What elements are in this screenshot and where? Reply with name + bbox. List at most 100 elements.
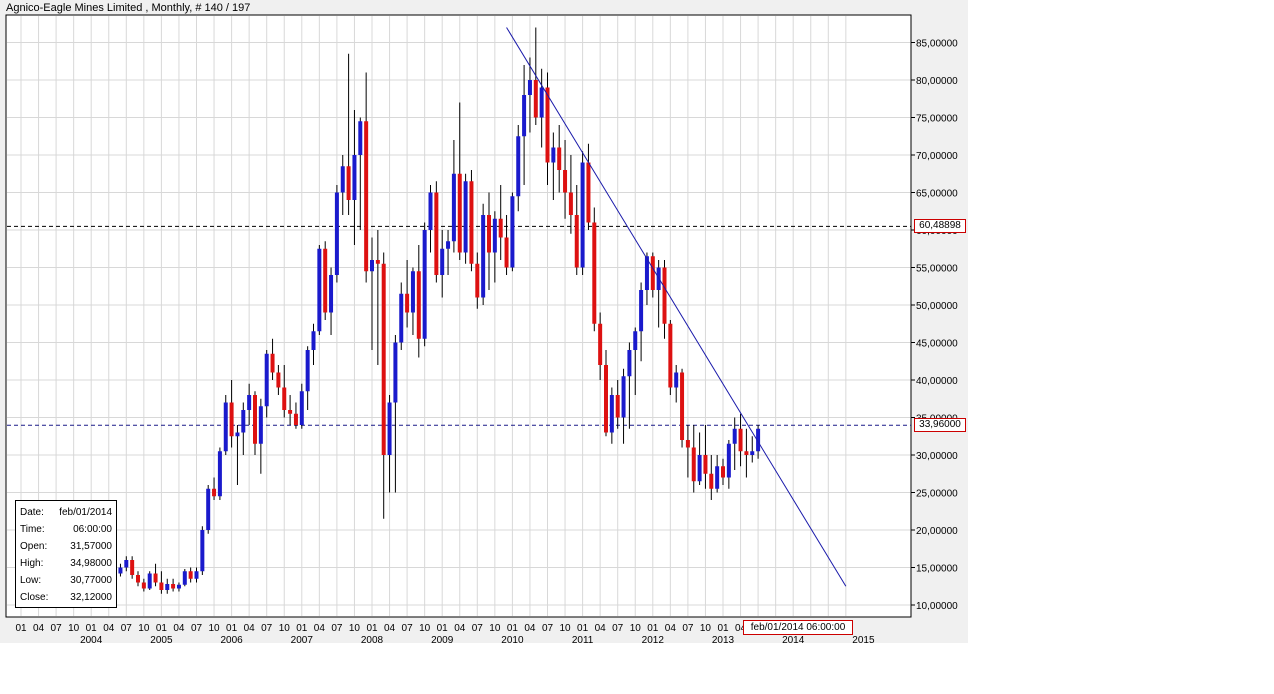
candle-body [738,428,743,452]
candle-body [551,147,556,163]
candle-body [188,571,193,579]
info-row-open: Open: 31,57000 [20,539,112,555]
x-month-label: 01 [15,623,27,634]
candle-body [510,196,515,268]
candle-body [182,571,187,585]
x-month-label: 07 [51,623,63,634]
y-tick-label: 70,00000 [916,151,958,162]
candle-body [293,413,298,425]
info-close-value: 32,12000 [70,592,112,603]
y-axis: 10,00000 15,00000 20,00000 25,00000 30,00000… [911,39,958,612]
candle-body [545,87,550,163]
x-year-label: 2009 [431,635,454,643]
info-low-value: 30,77000 [70,575,112,586]
candle-body [668,323,673,388]
x-year-label: 2008 [361,635,384,643]
x-month-label: 01 [647,623,659,634]
candle-body [253,395,257,444]
x-month-label: 04 [244,623,256,634]
x-month-label: 04 [314,623,326,634]
y-tick-label: 30,00000 [916,451,958,462]
candle-body [709,473,714,489]
candle-body [422,230,427,339]
candle-body [258,406,263,444]
candle-body [399,293,404,343]
y-tick-label: 45,00000 [916,339,958,350]
x-month-label: 04 [103,623,115,634]
y-tick-label: 10,00000 [916,601,958,612]
current-price-label: 33,96000 [914,418,966,433]
x-year-label: 2007 [291,635,314,643]
candle-body [317,248,322,332]
info-row-close: Close: 32,12000 [20,590,112,606]
candle-body [446,241,451,249]
x-month-label: 10 [630,623,642,634]
candle-body [715,466,720,489]
candle-body [288,410,293,414]
x-month-label: 04 [595,623,607,634]
y-tick-label: 85,00000 [916,39,958,50]
candle-body [235,432,240,437]
candle-body [299,391,304,425]
candle-body [364,121,369,272]
x-month-label: 10 [349,623,361,634]
candle-body [393,342,398,403]
x-month-label: 10 [138,623,150,634]
ohlc-info-box: Date: feb/01/2014 Time: 06:00:00 Open: 3… [15,500,117,608]
info-row-low: Low: 30,77000 [20,573,112,589]
x-month-label: 07 [121,623,133,634]
x-year-label: 2006 [220,635,243,643]
candle-body [334,192,339,275]
info-date-value: feb/01/2014 [59,507,112,518]
x-month-label: 01 [507,623,519,634]
candle-body [527,80,532,95]
info-open-value: 31,57000 [70,541,112,552]
candle-body [229,402,234,437]
candle-body [604,365,608,433]
x-month-label: 04 [454,623,466,634]
x-month-label: 10 [68,623,80,634]
y-tick-label: 75,00000 [916,114,958,125]
y-tick-label: 50,00000 [916,301,958,312]
candle-body [118,567,123,574]
x-year-label: 2015 [852,635,875,643]
candle-body [627,350,632,377]
x-month-label: 10 [208,623,220,634]
candle-body [159,582,164,590]
x-month-label: 04 [384,623,396,634]
x-month-label: 01 [86,623,98,634]
candle-body [305,350,310,392]
candle-body [136,575,140,583]
candle-body [405,293,410,313]
candle-body [329,275,334,313]
candle-body [212,488,217,497]
x-month-label: 07 [191,623,203,634]
y-tick-label: 65,00000 [916,189,958,200]
candle-body [247,395,252,410]
candle-body [171,584,176,589]
candle-body [650,256,655,290]
y-tick-label: 20,00000 [916,526,958,537]
candle-body [440,248,445,275]
candle-body [697,455,702,482]
candle-body [217,451,222,497]
cursor-datetime-label: feb/01/2014 06:00:00 [743,620,853,635]
candle-body [194,571,199,579]
price-chart[interactable]: 10,00000 15,00000 20,00000 25,00000 30,00000… [0,0,968,643]
x-year-label: 2011 [572,635,594,643]
candle-body [375,260,380,264]
x-month-label: 07 [682,623,694,634]
candle-body [340,166,345,193]
y-tick-label: 55,00000 [916,264,958,275]
candle-body [358,121,363,155]
x-month-label: 01 [717,623,729,634]
candle-body [457,173,462,253]
chart-window: Agnico-Eagle Mines Limited , Monthly, # … [0,0,968,643]
x-month-label: 10 [419,623,431,634]
candle-body [475,263,480,298]
candle-body [662,267,667,324]
x-month-label: 04 [173,623,185,634]
candle-body [580,162,585,268]
x-year-label: 2012 [642,635,665,643]
candle-body [703,455,708,474]
